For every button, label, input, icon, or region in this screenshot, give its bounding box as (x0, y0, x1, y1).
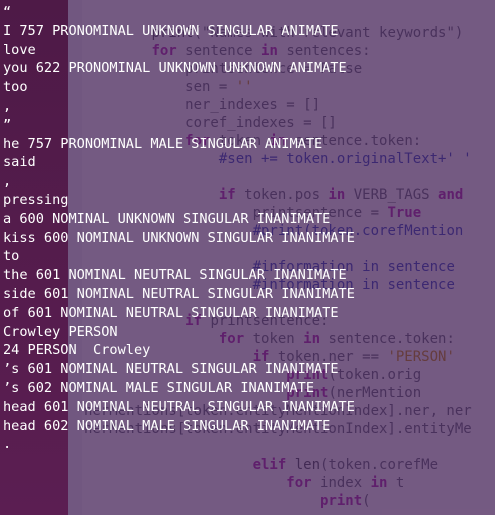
terminal-line: , (3, 173, 12, 190)
terminal-line: side 601 NOMINAL NEUTRAL SINGULAR INANIM… (3, 285, 355, 302)
terminal-line: said (3, 154, 36, 171)
terminal-line: love (3, 41, 36, 58)
terminal-line: “ (3, 4, 12, 20)
terminal-line: the 601 NOMINAL NEUTRAL SINGULAR INANIMA… (3, 267, 347, 284)
terminal-line: to (3, 248, 20, 265)
terminal-line: kiss 600 NOMINAL UNKNOWN SINGULAR INANIM… (3, 229, 355, 246)
terminal-window[interactable]: “ I 757 PRONOMINAL UNKNOWN SINGULAR ANIMA… (0, 0, 495, 515)
terminal-line: he 757 PRONOMINAL MALE SINGULAR ANIMATE (3, 135, 323, 152)
terminal-line: a 600 NOMINAL UNKNOWN SINGULAR INANIMATE (3, 210, 331, 227)
terminal-line: you 622 PRONOMINAL UNKNOWN UNKNOWN ANIMA… (3, 60, 347, 77)
terminal-line: head 601 NOMINAL NEUTRAL SINGULAR INANIM… (3, 398, 355, 415)
terminal-line: . (3, 436, 12, 453)
terminal-line: too (3, 79, 28, 96)
terminal-line: ’s 601 NOMINAL NEUTRAL SINGULAR INANIMAT… (3, 361, 339, 378)
terminal-line: , (3, 97, 12, 114)
terminal-line: ” (3, 116, 12, 133)
terminal-line: pressing (3, 191, 69, 208)
terminal-line: ’s 602 NOMINAL MALE SINGULAR INANIMATE (3, 379, 314, 396)
terminal-line: Crowley PERSON (3, 323, 118, 340)
terminal-output: “ I 757 PRONOMINAL UNKNOWN SINGULAR ANIMA… (3, 3, 355, 454)
terminal-line: of 601 NOMINAL NEUTRAL SINGULAR INANIMAT… (3, 304, 339, 321)
terminal-line: I 757 PRONOMINAL UNKNOWN SINGULAR ANIMAT… (3, 22, 339, 39)
terminal-line: head 602 NOMINAL MALE SINGULAR INANIMATE (3, 417, 331, 434)
terminal-line: 24 PERSON Crowley (3, 342, 151, 359)
